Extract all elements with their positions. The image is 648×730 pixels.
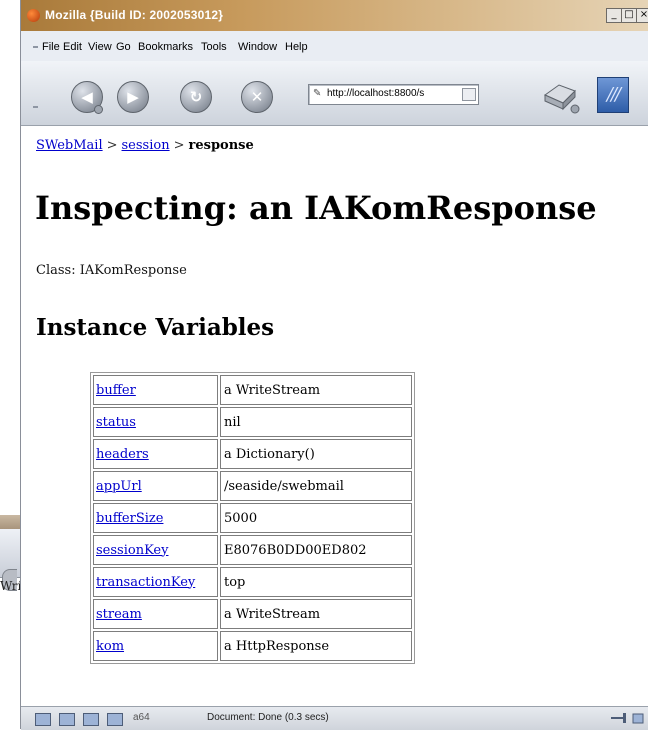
variable-name-cell: stream <box>93 599 218 629</box>
variable-name-cell: transactionKey <box>93 567 218 597</box>
menu-help[interactable]: Help <box>285 41 308 53</box>
variable-link-sessionKey[interactable]: sessionKey <box>96 543 168 558</box>
page-icon: ✎ <box>313 88 322 99</box>
menubar-grip[interactable] <box>33 46 38 48</box>
table-row: status nil <box>93 407 412 437</box>
mail-icon[interactable] <box>59 713 75 726</box>
variable-name-cell: headers <box>93 439 218 469</box>
page-title: Inspecting: an IAKomResponse <box>35 189 597 227</box>
menu-tools[interactable]: Tools <box>201 41 227 53</box>
table-row: stream a WriteStream <box>93 599 412 629</box>
variable-value-cell: a WriteStream <box>220 599 412 629</box>
variable-name-cell: appUrl <box>93 471 218 501</box>
menu-view[interactable]: View <box>88 41 112 53</box>
variable-link-appUrl[interactable]: appUrl <box>96 479 142 494</box>
maximize-button[interactable]: □ <box>621 8 637 23</box>
table-row: headers a Dictionary() <box>93 439 412 469</box>
class-label: Class: IAKomResponse <box>36 263 187 278</box>
forward-arrow-icon: ▶ <box>127 88 139 106</box>
status-text: Document: Done (0.3 secs) <box>207 712 329 723</box>
menu-edit[interactable]: Edit <box>63 41 82 53</box>
connection-icon <box>611 713 644 724</box>
variable-value-cell: a Dictionary() <box>220 439 412 469</box>
reload-icon: ↻ <box>189 88 203 106</box>
title-bar: Mozilla {Build ID: 2002053012} _ □ × <box>21 0 648 31</box>
mozilla-icon <box>27 9 40 22</box>
variable-link-kom[interactable]: kom <box>96 639 124 654</box>
menu-go[interactable]: Go <box>116 41 131 53</box>
navbar-grip[interactable] <box>33 106 38 108</box>
breadcrumb-separator: > <box>173 138 185 153</box>
variable-link-stream[interactable]: stream <box>96 607 142 622</box>
breadcrumb-current: response <box>188 138 254 153</box>
variable-value-cell: top <box>220 567 412 597</box>
window-title: Mozilla {Build ID: 2002053012} <box>45 8 224 22</box>
variable-value-cell: /seaside/swebmail <box>220 471 412 501</box>
instance-variables-table: buffer a WriteStream status nil headers a Dic… <box>90 372 415 664</box>
menu-file[interactable]: File <box>42 41 60 53</box>
print-icon[interactable] <box>541 79 581 115</box>
close-button[interactable]: × <box>636 8 648 23</box>
composer-icon[interactable] <box>83 713 99 726</box>
menu-window[interactable]: Window <box>238 41 277 53</box>
table-row: kom a HttpResponse <box>93 631 412 661</box>
menu-bookmarks[interactable]: Bookmarks <box>138 41 193 53</box>
menu-bar: File Edit View Go Bookmarks Tools Window… <box>21 31 648 61</box>
table-row: buffer a WriteStream <box>93 375 412 405</box>
zoom-indicator: a64 <box>133 712 150 723</box>
variable-link-buffer[interactable]: buffer <box>96 383 136 398</box>
status-bar: a64 Document: Done (0.3 secs) <box>21 706 648 730</box>
table-row: appUrl/seaside/swebmail <box>93 471 412 501</box>
table-row: transactionKey top <box>93 567 412 597</box>
breadcrumb-session-link[interactable]: session <box>122 138 170 153</box>
minimize-button[interactable]: _ <box>606 8 622 23</box>
variable-link-status[interactable]: status <box>96 415 136 430</box>
variable-name-cell: sessionKey <box>93 535 218 565</box>
throbber-logo[interactable]: /// <box>597 77 629 113</box>
variable-name-cell: status <box>93 407 218 437</box>
table-row: bufferSize 5000 <box>93 503 412 533</box>
variable-value-cell: nil <box>220 407 412 437</box>
forward-button[interactable]: ▶ <box>117 81 149 113</box>
variable-value-cell: a WriteStream <box>220 375 412 405</box>
back-dropdown-icon[interactable] <box>94 105 103 114</box>
reload-button[interactable]: ↻ <box>180 81 212 113</box>
browser-window: Mozilla {Build ID: 2002053012} _ □ × Fil… <box>20 0 648 730</box>
breadcrumb: SWebMail > session > response <box>36 138 254 153</box>
address-book-icon[interactable] <box>107 713 123 726</box>
section-heading: Instance Variables <box>36 314 275 341</box>
table-row: sessionKey E8076B0DD00ED802 <box>93 535 412 565</box>
url-dropdown-icon[interactable] <box>462 88 476 101</box>
url-text[interactable]: http://localhost:8800/s <box>327 88 457 99</box>
background-window-text: Wrí <box>0 579 22 593</box>
breadcrumb-separator: > <box>106 138 118 153</box>
navigation-toolbar: ◀ ▶ ↻ ✕ ✎ http://localhost:8800/s /// <box>21 61 648 126</box>
variable-link-transactionKey[interactable]: transactionKey <box>96 575 195 590</box>
navigator-icon[interactable] <box>35 713 51 726</box>
url-field[interactable]: ✎ http://localhost:8800/s <box>308 84 479 105</box>
variable-name-cell: buffer <box>93 375 218 405</box>
stop-icon: ✕ <box>250 88 264 106</box>
variable-value-cell: E8076B0DD00ED802 <box>220 535 412 565</box>
stop-button[interactable]: ✕ <box>241 81 273 113</box>
back-button[interactable]: ◀ <box>71 81 103 114</box>
variable-name-cell: kom <box>93 631 218 661</box>
variable-value-cell: 5000 <box>220 503 412 533</box>
variable-link-bufferSize[interactable]: bufferSize <box>96 511 163 526</box>
variable-value-cell: a HttpResponse <box>220 631 412 661</box>
variable-name-cell: bufferSize <box>93 503 218 533</box>
breadcrumb-swebmail-link[interactable]: SWebMail <box>36 138 103 153</box>
variable-link-headers[interactable]: headers <box>96 447 149 462</box>
page-content: SWebMail > session > response Inspecting: an… <box>21 126 648 706</box>
